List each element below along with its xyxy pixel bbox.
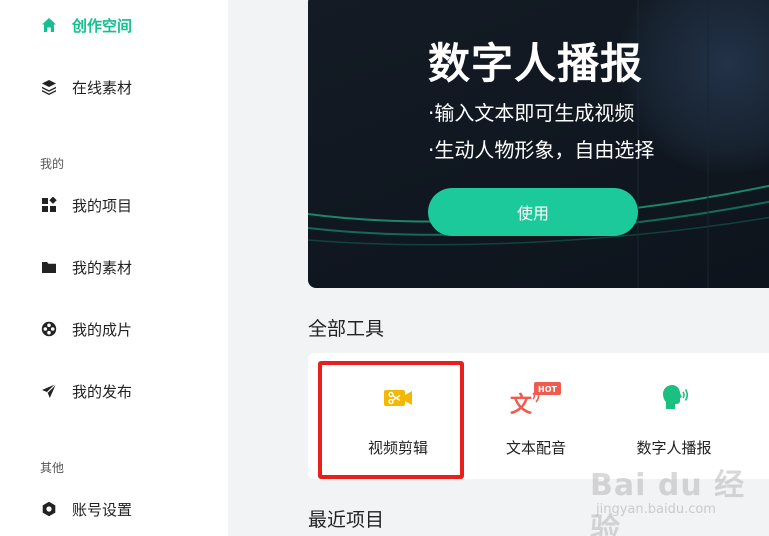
recent-projects-heading: 最近项目 xyxy=(308,509,385,531)
digital-human-banner: 数字人播报 ·输入文本即可生成视频 ·生动人物形象，自由选择 使用 xyxy=(308,0,769,288)
sidebar-item-creation-space[interactable]: 创作空间 xyxy=(40,10,132,40)
hexagon-settings-icon xyxy=(40,500,58,518)
video-edit-icon xyxy=(383,381,413,415)
section-label-other: 其他 xyxy=(40,461,65,475)
tool-label: 文本配音 xyxy=(505,439,566,457)
sidebar-item-label: 在线素材 xyxy=(72,78,133,97)
send-icon xyxy=(40,382,58,400)
sidebar-item-label: 我的素材 xyxy=(72,258,133,277)
digital-human-icon xyxy=(659,381,689,415)
hot-badge: HOT xyxy=(538,385,557,394)
use-button[interactable]: 使用 xyxy=(428,188,638,236)
sidebar-item-my-publish[interactable]: 我的发布 xyxy=(40,376,132,406)
all-tools-heading: 全部工具 xyxy=(308,318,385,340)
tool-label: 数字人播报 xyxy=(636,439,712,457)
main-content: 数字人播报 ·输入文本即可生成视频 ·生动人物形象，自由选择 使用 全部工具 视… xyxy=(228,0,769,536)
svg-text:文: 文 xyxy=(510,392,533,415)
tool-label: 视频剪辑 xyxy=(367,439,428,457)
sidebar-item-label: 创作空间 xyxy=(72,16,133,35)
sidebar-item-label: 我的项目 xyxy=(72,196,133,215)
film-reel-icon xyxy=(40,320,58,338)
sidebar: 创作空间 在线素材 我的 我的项目 我的素材 我的成片 我的发布 其他 账号设置 xyxy=(0,0,228,536)
banner-feature-1: ·输入文本即可生成视频 xyxy=(428,101,635,125)
sidebar-item-account-settings[interactable]: 账号设置 xyxy=(40,494,132,524)
sidebar-item-label: 我的发布 xyxy=(72,382,133,401)
sidebar-item-label: 我的成片 xyxy=(72,320,133,339)
banner-title: 数字人播报 xyxy=(428,39,644,88)
section-label-mine: 我的 xyxy=(40,157,65,171)
sidebar-item-my-films[interactable]: 我的成片 xyxy=(40,314,132,344)
sidebar-item-online-assets[interactable]: 在线素材 xyxy=(40,72,132,102)
banner-feature-2: ·生动人物形象，自由选择 xyxy=(428,138,655,162)
home-icon xyxy=(40,16,58,34)
folder-icon xyxy=(40,258,58,276)
tool-video-edit[interactable]: 视频剪辑 xyxy=(328,353,468,479)
tools-panel: 视频剪辑 文 HOT 文本配音 数字人播报 xyxy=(308,353,769,479)
sidebar-item-label: 账号设置 xyxy=(72,500,133,519)
layers-icon xyxy=(40,78,58,96)
grid-icon xyxy=(40,196,58,214)
tool-digital-human[interactable]: 数字人播报 xyxy=(604,353,744,479)
text-dub-icon: 文 HOT xyxy=(510,381,562,415)
sidebar-item-my-assets[interactable]: 我的素材 xyxy=(40,252,132,282)
sidebar-item-my-projects[interactable]: 我的项目 xyxy=(40,190,132,220)
tool-text-dubbing[interactable]: 文 HOT 文本配音 xyxy=(466,353,606,479)
